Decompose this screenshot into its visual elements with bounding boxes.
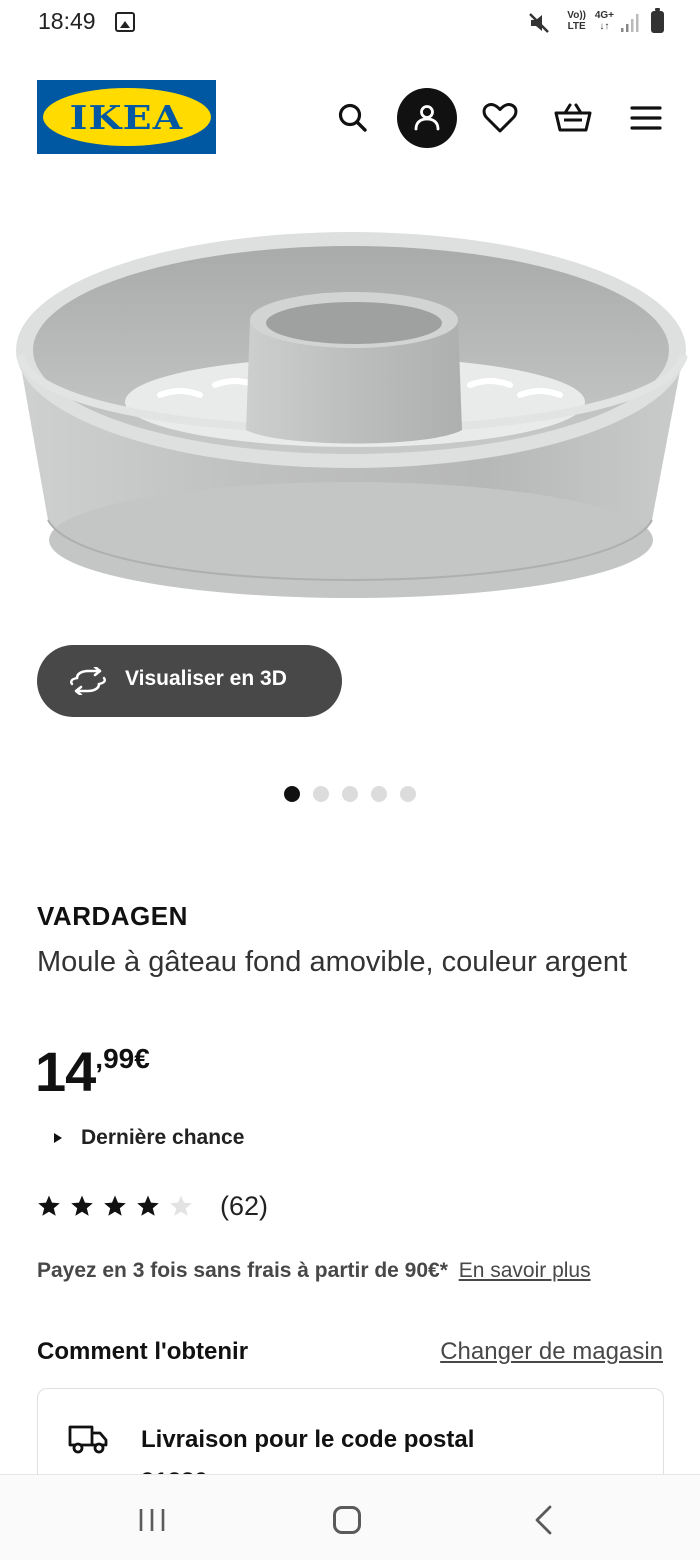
price-integer: 14 [35, 1040, 96, 1103]
star-empty-icon [170, 1195, 192, 1216]
battery-icon [651, 8, 664, 33]
heart-icon [482, 103, 518, 133]
recents-icon[interactable] [137, 1507, 167, 1533]
home-icon[interactable] [333, 1506, 361, 1534]
volte-indicator: Vo)) LTE [567, 10, 586, 32]
search-button[interactable] [323, 88, 383, 148]
truck-icon [68, 1425, 108, 1454]
availability-title: Comment l'obtenir [37, 1338, 249, 1365]
basket-icon [554, 103, 592, 132]
status-bar: 18:49 Vo)) LTE 4G+ ↓↑ [0, 0, 700, 46]
product-rating[interactable]: (62) [37, 1188, 268, 1224]
star-filled-icon [137, 1195, 159, 1216]
product-name: VARDAGEN [37, 901, 188, 931]
favourites-button[interactable] [470, 88, 530, 148]
mute-icon [529, 13, 549, 33]
carousel-dot[interactable] [313, 786, 329, 802]
learn-more-link[interactable]: En savoir plus [459, 1259, 591, 1282]
network-type-indicator: 4G+ ↓↑ [594, 10, 614, 32]
rotate-3d-icon [70, 667, 106, 695]
star-filled-icon [104, 1195, 126, 1216]
ikea-logo[interactable]: IKEA [37, 80, 216, 154]
expand-triangle-icon [54, 1133, 62, 1143]
carousel-dot[interactable] [284, 786, 300, 802]
search-icon [338, 103, 367, 132]
account-icon [414, 105, 440, 131]
menu-button[interactable] [616, 88, 676, 148]
delivery-label: Livraison pour le code postal [141, 1426, 475, 1453]
view-3d-label: Visualiser en 3D [125, 667, 287, 690]
installments-info: Payez en 3 fois sans frais à partir de 9… [37, 1259, 591, 1283]
carousel-dot[interactable] [371, 786, 387, 802]
view-3d-button[interactable]: Visualiser en 3D [37, 645, 342, 717]
carousel-dot[interactable] [400, 786, 416, 802]
change-store-link[interactable]: Changer de magasin [440, 1338, 663, 1366]
star-filled-icon [38, 1195, 60, 1216]
status-time: 18:49 [38, 8, 96, 34]
gallery-notification-icon [115, 12, 135, 32]
site-header: IKEA [0, 70, 700, 170]
product-description: Moule à gâteau fond amovible, couleur ar… [37, 946, 628, 978]
logo-text: IKEA [69, 97, 184, 137]
carousel-indicator [284, 786, 416, 802]
installments-text: Payez en 3 fois sans frais à partir de 9… [37, 1259, 448, 1282]
last-chance-label: Dernière chance [81, 1126, 245, 1149]
carousel-dot[interactable] [342, 786, 358, 802]
back-icon[interactable] [532, 1505, 556, 1535]
last-chance-toggle[interactable]: Dernière chance [54, 1124, 244, 1152]
price-decimal: ,99€ [95, 1043, 150, 1074]
review-count: (62) [220, 1190, 269, 1221]
basket-button[interactable] [543, 88, 603, 148]
signal-icon [621, 14, 639, 32]
menu-icon [630, 106, 662, 130]
product-price: 14,99€ [35, 1040, 150, 1103]
system-navigation-bar [0, 1474, 700, 1560]
product-image[interactable] [0, 180, 700, 630]
account-button[interactable] [397, 88, 457, 148]
logo-oval: IKEA [42, 88, 211, 146]
star-filled-icon [71, 1195, 93, 1216]
